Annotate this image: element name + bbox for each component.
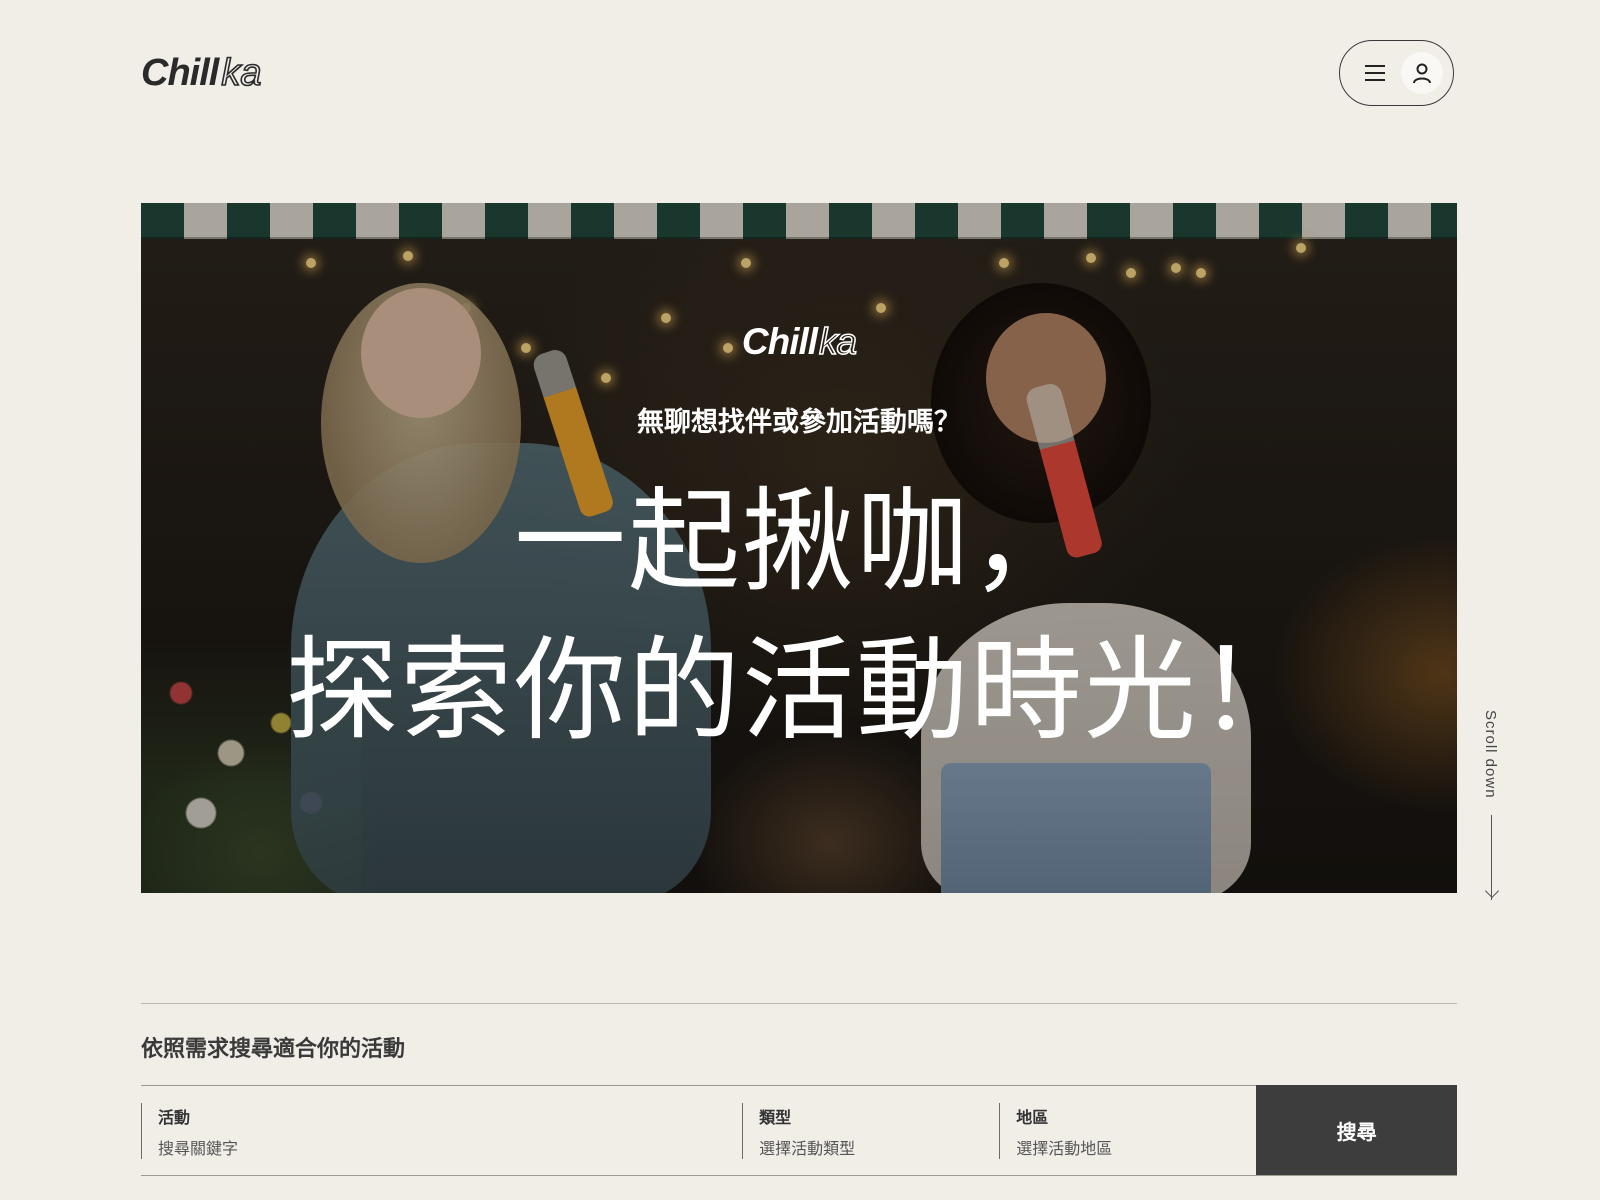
activity-field-label: 活動 (158, 1107, 191, 1127)
keyword-input[interactable] (158, 1138, 743, 1158)
scroll-down-indicator[interactable]: Scroll down (1482, 710, 1506, 900)
hero-logo-outline: ka (818, 320, 858, 363)
hero-logo-bold: Chill (741, 321, 818, 362)
search-button[interactable]: 搜尋 (1256, 1085, 1457, 1175)
search-heading: 依照需求搜尋適合你的活動 (141, 1037, 406, 1062)
nav-pill (1339, 40, 1454, 106)
hero-title-line2: 探索你的活動時光！ (286, 626, 1312, 756)
region-field: 地區 (999, 1086, 1257, 1175)
hero-logo: Chillka (141, 320, 1457, 363)
user-account-button[interactable] (1401, 52, 1443, 94)
scroll-down-label: Scroll down (1482, 710, 1499, 799)
hero-banner: Chillka 無聊想找伴或參加活動嗎？ 一起揪咖， 探索你的活動時光！ (141, 203, 1457, 893)
type-select[interactable] (759, 1138, 1000, 1158)
logo-text-bold: Chill (141, 51, 219, 94)
region-select[interactable] (1016, 1138, 1257, 1158)
type-field-label: 類型 (759, 1107, 792, 1127)
section-divider (141, 1003, 1457, 1004)
site-header: Chill ka (141, 40, 1454, 106)
site-logo[interactable]: Chill ka (141, 51, 263, 95)
search-bar: 活動 類型 地區 搜尋 (141, 1085, 1457, 1176)
menu-button[interactable] (1362, 60, 1388, 86)
logo-text-outline: ka (221, 51, 263, 95)
user-icon (1413, 63, 1431, 84)
hamburger-menu-icon (1365, 65, 1385, 81)
hero-title-line1: 一起揪咖， (514, 477, 1084, 607)
hero-subtitle: 無聊想找伴或參加活動嗎？ (637, 407, 961, 438)
arrow-down-icon (1484, 883, 1500, 899)
activity-field: 活動 (141, 1086, 743, 1175)
type-field: 類型 (742, 1086, 1000, 1175)
region-field-label: 地區 (1016, 1107, 1049, 1127)
hero-content: Chillka 無聊想找伴或參加活動嗎？ 一起揪咖， 探索你的活動時光！ (141, 203, 1457, 893)
